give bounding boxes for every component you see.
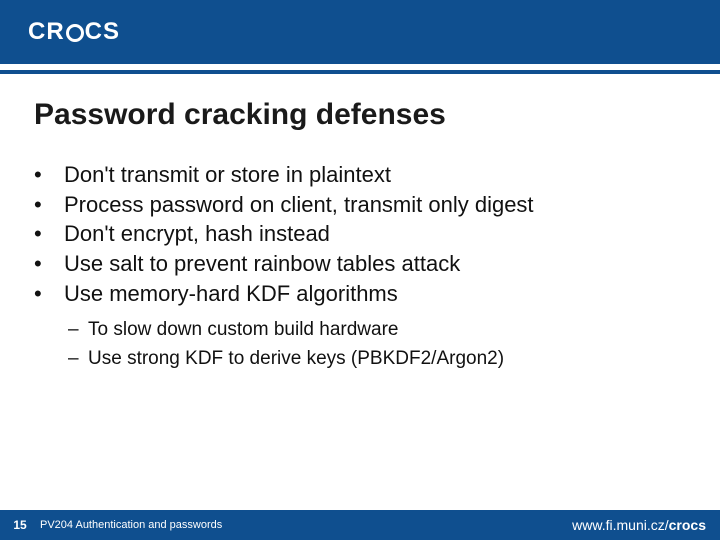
- url-prefix: www.fi.muni.cz/: [572, 517, 668, 533]
- footer-bar: 15 PV204 Authentication and passwords ww…: [0, 510, 720, 540]
- page-number: 15: [0, 518, 40, 532]
- course-name: PV204 Authentication and passwords: [40, 519, 572, 531]
- sub-bullet-text: To slow down custom build hardware: [88, 316, 399, 345]
- bullet-icon: •: [34, 160, 64, 190]
- footer-url: www.fi.muni.cz/crocs: [572, 517, 720, 533]
- sub-bullet-text: Use strong KDF to derive keys (PBKDF2/Ar…: [88, 345, 504, 374]
- list-item: • Use memory-hard KDF algorithms: [34, 279, 686, 309]
- slide: CR CS Password cracking defenses • Don't…: [0, 0, 720, 540]
- bullet-icon: •: [34, 219, 64, 249]
- content-area: Password cracking defenses • Don't trans…: [0, 74, 720, 510]
- bullet-text: Process password on client, transmit onl…: [64, 190, 534, 220]
- list-item: – To slow down custom build hardware: [68, 316, 686, 345]
- bullet-icon: •: [34, 279, 64, 309]
- bullet-text: Don't encrypt, hash instead: [64, 219, 330, 249]
- logo-text-right: CS: [85, 18, 120, 46]
- dash-icon: –: [68, 316, 88, 345]
- bullet-icon: •: [34, 249, 64, 279]
- crocs-logo: CR CS: [28, 18, 120, 46]
- slide-title: Password cracking defenses: [34, 98, 686, 132]
- list-item: • Process password on client, transmit o…: [34, 190, 686, 220]
- bullet-text: Use salt to prevent rainbow tables attac…: [64, 249, 460, 279]
- list-item: • Don't encrypt, hash instead: [34, 219, 686, 249]
- header-band: CR CS: [0, 0, 720, 64]
- list-item: – Use strong KDF to derive keys (PBKDF2/…: [68, 345, 686, 374]
- bullet-icon: •: [34, 190, 64, 220]
- bullet-text: Don't transmit or store in plaintext: [64, 160, 391, 190]
- logo-text-left: CR: [28, 18, 65, 46]
- main-bullet-list: • Don't transmit or store in plaintext •…: [34, 160, 686, 308]
- url-bold: crocs: [669, 517, 706, 533]
- list-item: • Use salt to prevent rainbow tables att…: [34, 249, 686, 279]
- sub-bullet-list: – To slow down custom build hardware – U…: [68, 316, 686, 373]
- ring-icon: [66, 24, 84, 42]
- dash-icon: –: [68, 345, 88, 374]
- list-item: • Don't transmit or store in plaintext: [34, 160, 686, 190]
- bullet-text: Use memory-hard KDF algorithms: [64, 279, 398, 309]
